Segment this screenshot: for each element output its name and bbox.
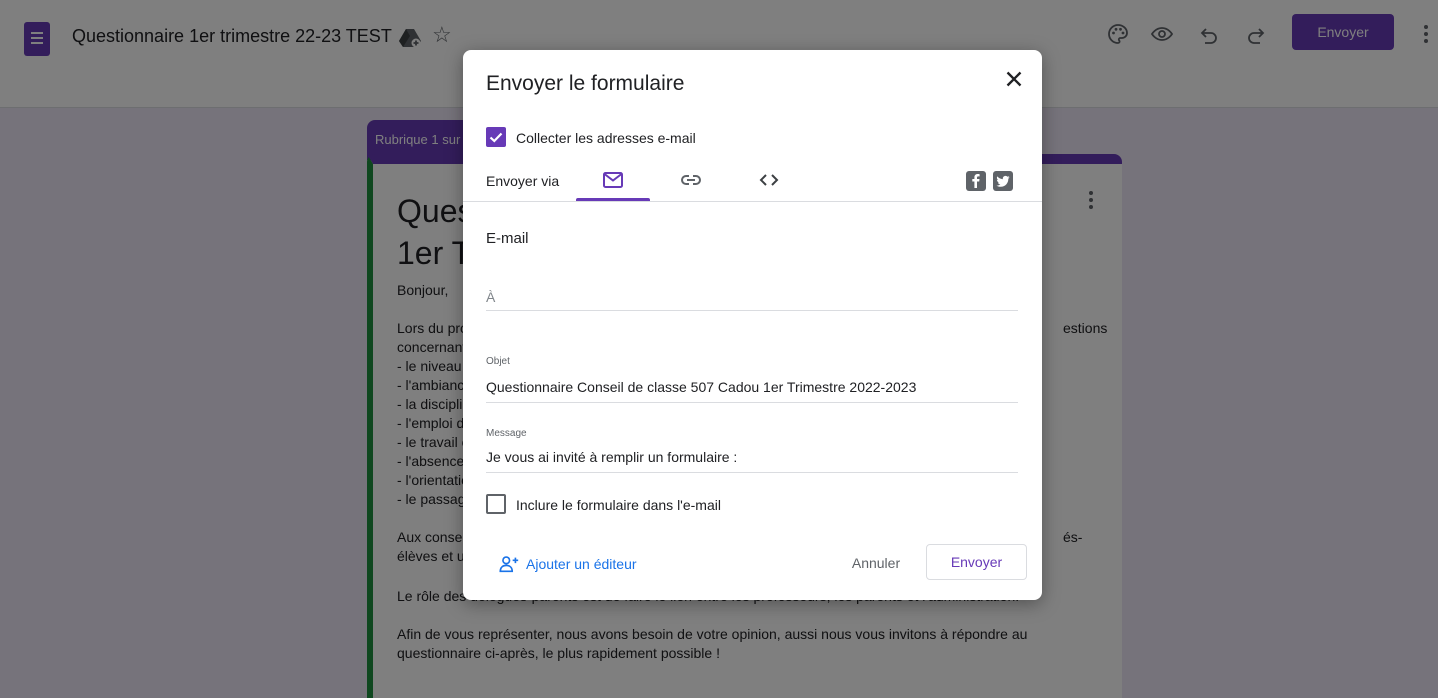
check-icon (489, 132, 503, 143)
email-section-heading: E-mail (486, 230, 529, 247)
facebook-icon (972, 174, 980, 188)
link-icon (681, 175, 701, 185)
twitter-share[interactable] (993, 171, 1013, 191)
subject-input[interactable]: Questionnaire Conseil de classe 507 Cado… (486, 376, 1018, 402)
subject-field[interactable]: Questionnaire Conseil de classe 507 Cado… (486, 376, 1018, 403)
collect-emails-checkbox[interactable] (486, 127, 506, 147)
to-field (486, 284, 1018, 311)
twitter-icon (996, 175, 1010, 187)
add-editor-button[interactable]: Ajouter un éditeur (498, 553, 637, 575)
send-form-dialog: Envoyer le formulaire Collecter les adre… (463, 50, 1042, 600)
close-icon[interactable] (1001, 66, 1027, 92)
collect-emails-label: Collecter les adresses e-mail (516, 130, 696, 146)
mail-icon (603, 172, 623, 188)
message-input[interactable]: Je vous ai invité à remplir un formulair… (486, 446, 1018, 472)
dialog-send-button[interactable]: Envoyer (926, 544, 1027, 580)
tab-embed[interactable] (732, 158, 806, 202)
subject-caption: Objet (486, 356, 510, 367)
message-field[interactable]: Je vous ai invité à remplir un formulair… (486, 446, 1018, 473)
cancel-button[interactable]: Annuler (837, 546, 915, 580)
embed-code-icon (759, 174, 779, 186)
add-editor-label: Ajouter un éditeur (526, 556, 637, 572)
recipient-input[interactable] (486, 284, 1018, 310)
person-add-icon (499, 556, 519, 573)
include-form-label: Inclure le formulaire dans l'e-mail (516, 497, 721, 513)
message-caption: Message (486, 428, 527, 439)
include-form-checkbox[interactable] (486, 494, 506, 514)
tab-link[interactable] (654, 158, 728, 202)
send-via-label: Envoyer via (486, 173, 560, 189)
tabs-divider (463, 201, 1042, 202)
facebook-share[interactable] (966, 171, 986, 191)
dialog-title: Envoyer le formulaire (486, 72, 685, 95)
tab-email[interactable] (576, 158, 650, 202)
